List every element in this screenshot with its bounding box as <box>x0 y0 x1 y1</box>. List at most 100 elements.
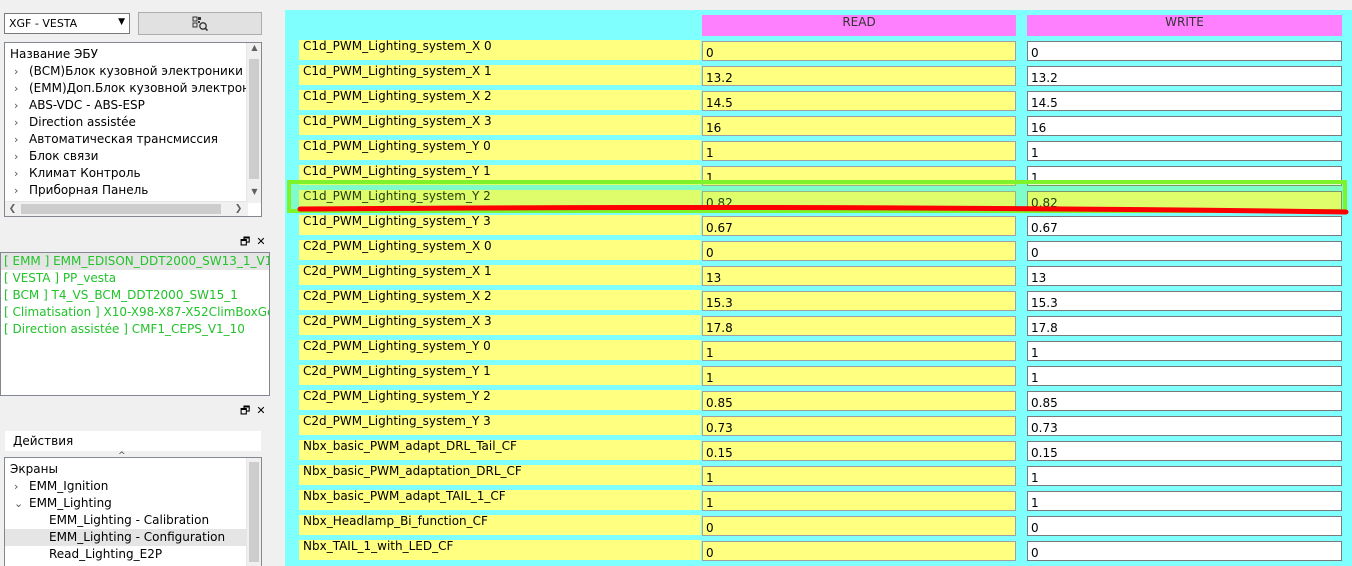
screens-tree-child-item[interactable]: Read_Lighting_E2P <box>5 546 261 563</box>
screens-tree-item[interactable]: ⌄ EMM_Lighting <box>5 495 261 512</box>
read-column-header: READ <box>702 15 1016 36</box>
restore-icon[interactable]: 🗗 <box>240 235 250 249</box>
read-value: 0.15 <box>702 441 1016 461</box>
ecu-tree-item-label: ABS-VDC - ABS-ESP <box>29 98 145 112</box>
read-value: 0.73 <box>702 416 1016 436</box>
restore-icon[interactable]: 🗗 <box>240 404 250 418</box>
write-value-input[interactable]: 16 <box>1027 116 1342 136</box>
table-row: C1d_PWM_Lighting_system_Y 011 <box>285 138 1352 163</box>
table-row: Nbx_TAIL_1_with_LED_CF 0 0 <box>285 538 1352 563</box>
read-value: 1 <box>702 466 1016 486</box>
write-value-input[interactable]: 0.82 <box>1027 191 1342 211</box>
parameter-name: Nbx_basic_PWM_adapt_DRL_Tail_CF <box>299 440 701 460</box>
loaded-ecu-item[interactable]: [ BCM ] T4_VS_BCM_DDT2000_SW15_1 <box>1 287 269 304</box>
screens-tree-vscroll[interactable] <box>246 458 261 566</box>
scroll-up-icon[interactable]: ▲ <box>247 43 261 57</box>
screens-tree: Экраны › EMM_Ignition ⌄ EMM_Lighting EMM_Lig… <box>4 457 262 566</box>
write-value-input[interactable]: 1 <box>1027 366 1342 386</box>
ecu-tree-item-label: Блок связи <box>29 149 99 163</box>
chevron-right-icon[interactable]: › <box>14 114 18 131</box>
loaded-ecu-item[interactable]: [ Climatisation ] X10-X98-X87-X52ClimBox… <box>1 304 269 321</box>
write-value-input[interactable]: 1 <box>1027 341 1342 361</box>
write-value-input[interactable]: 1 <box>1027 141 1342 161</box>
table-row: C2d_PWM_Lighting_system_X 000 <box>285 238 1352 263</box>
table-row: Nbx_basic_PWM_adapt_TAIL_1_CF 1 1 <box>285 488 1352 513</box>
write-value-input[interactable]: 0 <box>1027 541 1342 561</box>
screens-tree-child-item[interactable]: EMM_Lighting - Configuration <box>5 529 261 546</box>
actions-panel-controls: 🗗 ✕ <box>240 404 266 418</box>
parameter-name: C2d_PWM_Lighting_system_X 0 <box>299 240 701 260</box>
loaded-ecu-list: [ EMM ] EMM_EDISON_DDT2000_SW13_1_V1_3[ … <box>0 252 270 396</box>
write-value-input[interactable]: 1 <box>1027 491 1342 511</box>
read-value: 1 <box>702 341 1016 361</box>
chevron-right-icon[interactable]: › <box>14 63 18 80</box>
ecu-tree-item[interactable]: › Автоматическая трансмиссия <box>5 131 261 148</box>
table-row: Nbx_Headlamp_Bi_function_CF 0 0 <box>285 513 1352 538</box>
scroll-thumb[interactable] <box>249 59 259 179</box>
ecu-tree-item[interactable]: › Приборная Панель <box>5 182 261 199</box>
parameter-name: C2d_PWM_Lighting_system_Y 0 <box>299 340 701 360</box>
screens-tree-item[interactable]: › EMM_Ignition <box>5 478 261 495</box>
parameter-name: C1d_PWM_Lighting_system_X 0 <box>299 40 701 60</box>
parameter-name: C1d_PWM_Lighting_system_Y 1 <box>299 165 701 185</box>
write-value-input[interactable]: 15.3 <box>1027 291 1342 311</box>
ecu-tree-item[interactable]: › Блок связи <box>5 148 261 165</box>
scroll-thumb[interactable] <box>21 204 221 214</box>
loaded-ecu-item[interactable]: [ VESTA ] PP_vesta <box>1 270 269 287</box>
vehicle-select[interactable]: XGF - VESTA ▼ <box>4 13 130 34</box>
ecu-tree-item[interactable]: › Климат Контроль <box>5 165 261 182</box>
ecu-tree-item[interactable]: › ABS-VDC - ABS-ESP <box>5 97 261 114</box>
write-value-input[interactable]: 0 <box>1027 241 1342 261</box>
ecu-tree-item[interactable]: › (EMM)Доп.Блок кузовной электроники <box>5 80 261 97</box>
parameter-name: C2d_PWM_Lighting_system_Y 3 <box>299 415 701 435</box>
ecu-tree-item[interactable]: › (BCM)Блок кузовной электроники <box>5 63 261 80</box>
write-value-input[interactable]: 13.2 <box>1027 66 1342 86</box>
write-value-input[interactable]: 0.73 <box>1027 416 1342 436</box>
table-row: C2d_PWM_Lighting_system_X 1 13 13 <box>285 263 1352 288</box>
splitter[interactable] <box>276 0 284 566</box>
close-icon[interactable]: ✕ <box>256 235 265 249</box>
chevron-right-icon[interactable]: › <box>14 97 18 114</box>
chevron-right-icon[interactable]: › <box>14 182 18 199</box>
table-row: C1d_PWM_Lighting_system_X 3 16 16 <box>285 113 1352 138</box>
chevron-right-icon[interactable]: › <box>14 148 18 165</box>
chevron-right-icon[interactable]: › <box>14 131 18 148</box>
ecu-tree-item[interactable]: › Direction assistée <box>5 114 261 131</box>
scroll-down-icon[interactable]: ▼ <box>247 187 261 201</box>
read-value: 16 <box>702 116 1016 136</box>
write-value-input[interactable]: 13 <box>1027 266 1342 286</box>
parameter-name: C2d_PWM_Lighting_system_X 1 <box>299 265 701 285</box>
parameter-name: C2d_PWM_Lighting_system_Y 2 <box>299 390 701 410</box>
ecu-tree-item-label: (BCM)Блок кузовной электроники <box>29 64 243 78</box>
loaded-panel-controls: 🗗 ✕ <box>240 235 266 249</box>
scroll-right-icon[interactable]: ❯ <box>231 202 246 216</box>
loaded-ecu-item[interactable]: [ Direction assistée ] CMF1_CEPS_V1_10 <box>1 321 269 338</box>
chevron-right-icon[interactable]: › <box>14 478 18 495</box>
screens-tree-header: Экраны <box>10 462 58 476</box>
write-value-input[interactable]: 1 <box>1027 166 1342 186</box>
write-value-input[interactable]: 1 <box>1027 466 1342 486</box>
write-value-input[interactable]: 0.85 <box>1027 391 1342 411</box>
chevron-right-icon[interactable]: › <box>14 80 18 97</box>
loaded-ecu-item[interactable]: [ EMM ] EMM_EDISON_DDT2000_SW13_1_V1_3 <box>1 253 269 270</box>
ecu-tree-hscroll[interactable]: ❮ ❯ <box>5 201 248 216</box>
screens-tree-child-item[interactable]: EMM_Lighting - Calibration <box>5 512 261 529</box>
parameter-name: Nbx_basic_PWM_adapt_TAIL_1_CF <box>299 490 701 510</box>
chevron-right-icon[interactable]: › <box>14 165 18 182</box>
chevron-down-icon[interactable]: ⌄ <box>14 495 23 512</box>
scroll-thumb[interactable] <box>249 462 259 562</box>
write-value-input[interactable]: 0 <box>1027 41 1342 61</box>
close-icon[interactable]: ✕ <box>256 404 265 418</box>
write-value-input[interactable]: 0.15 <box>1027 441 1342 461</box>
scroll-left-icon[interactable]: ❮ <box>5 202 20 216</box>
table-row: C1d_PWM_Lighting_system_Y 2 0.82 0.82 <box>285 188 1352 213</box>
parameter-name: Nbx_Headlamp_Bi_function_CF <box>299 515 701 535</box>
write-value-input[interactable]: 17.8 <box>1027 316 1342 336</box>
read-value: 0.82 <box>702 191 1016 211</box>
read-value: 17.8 <box>702 316 1016 336</box>
write-value-input[interactable]: 0 <box>1027 516 1342 536</box>
write-value-input[interactable]: 14.5 <box>1027 91 1342 111</box>
write-value-input[interactable]: 0.67 <box>1027 216 1342 236</box>
scan-button[interactable] <box>138 12 262 35</box>
ecu-tree-vscroll[interactable]: ▲ ▼ <box>246 43 261 203</box>
